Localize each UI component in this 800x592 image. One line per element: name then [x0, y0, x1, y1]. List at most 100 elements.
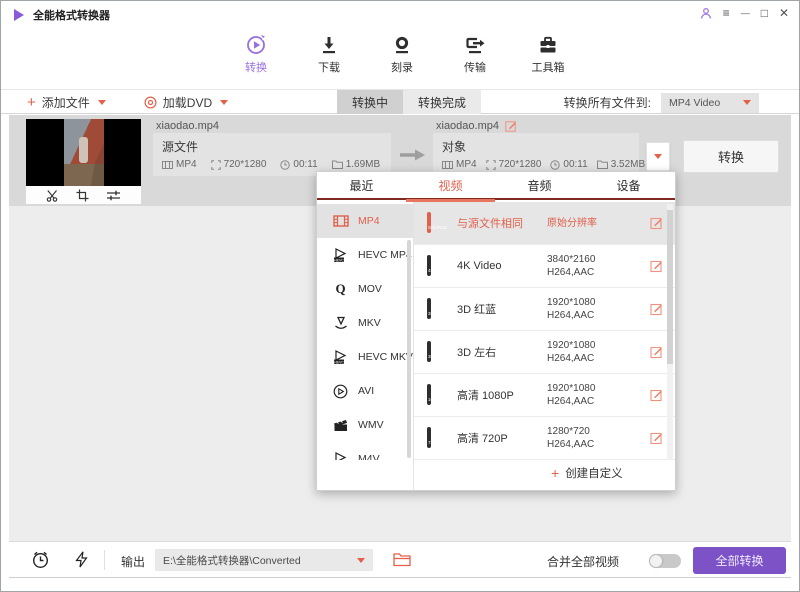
convert-all-to-select[interactable]: MP4 Video	[661, 93, 759, 113]
resolution-icon	[486, 160, 496, 170]
edit-preset-icon[interactable]	[650, 432, 663, 445]
edit-preset-icon[interactable]	[650, 303, 663, 316]
panel-tab-audio[interactable]: 音频	[495, 172, 584, 198]
preset-spec: 1280*720	[547, 425, 594, 438]
edit-preset-icon[interactable]	[650, 217, 663, 230]
chevron-down-icon	[357, 558, 365, 563]
effects-sliders-icon[interactable]	[106, 189, 121, 202]
tab-transfer[interactable]: 传输	[444, 34, 506, 75]
3d-lr-preset-icon: 3D LR	[427, 341, 431, 362]
divider	[104, 550, 105, 570]
720p-preset-icon: 720P	[427, 427, 431, 448]
chevron-down-icon[interactable]	[220, 100, 228, 105]
target-file-name: xiaodao.mp4	[436, 120, 499, 132]
preset-spec: 原始分辨率	[547, 217, 597, 230]
edit-preset-icon[interactable]	[650, 260, 663, 273]
tab-converted[interactable]: 转换完成	[403, 90, 481, 114]
close-button[interactable]: ✕	[779, 6, 789, 20]
format-list-scrollbar[interactable]	[407, 240, 411, 458]
target-format: MP4	[456, 159, 477, 170]
transfer-icon	[464, 34, 486, 56]
format-item-mp4[interactable]: MP4	[317, 204, 414, 238]
source-duration: 00:11	[293, 159, 317, 170]
preset-hd-720p[interactable]: 720P 高清 720P 1280*720H264,AAC	[414, 417, 675, 460]
crop-icon[interactable]	[76, 189, 89, 202]
tab-convert[interactable]: 转换	[225, 34, 287, 75]
preset-same-as-source[interactable]: SOURCE 与源文件相同 原始分辨率	[414, 202, 675, 245]
panel-tab-recent[interactable]: 最近	[317, 172, 406, 198]
plus-icon: +	[27, 95, 36, 110]
source-format: MP4	[176, 159, 197, 170]
tab-toolbox[interactable]: 工具箱	[517, 34, 579, 75]
chevron-down-icon	[743, 100, 751, 105]
tab-download[interactable]: 下载	[298, 34, 360, 75]
hevc-play-icon: HEVC	[332, 350, 349, 365]
source-resolution: 720*1280	[224, 159, 267, 170]
output-format-dropdown-button[interactable]	[646, 142, 670, 171]
merge-all-toggle[interactable]	[649, 554, 681, 568]
4k-preset-icon: 4K	[427, 255, 431, 276]
preset-spec: H264,AAC	[547, 309, 595, 322]
preset-scrollbar[interactable]	[667, 210, 673, 364]
preset-spec: 3840*2160	[547, 253, 595, 266]
menu-icon[interactable]: ≡	[723, 6, 730, 20]
mkv-icon	[332, 316, 349, 330]
edit-preset-icon[interactable]	[650, 346, 663, 359]
panel-tab-device[interactable]: 设备	[584, 172, 673, 198]
app-logo-icon	[14, 9, 24, 21]
chevron-down-icon[interactable]	[98, 100, 106, 105]
format-item-avi[interactable]: AVI	[317, 374, 414, 408]
preset-list-column: SOURCE 与源文件相同 原始分辨率 4K 4K Video 3840*216…	[414, 202, 675, 490]
panel-tab-video[interactable]: 视频	[406, 172, 495, 198]
target-size: 3.52MB	[611, 159, 645, 170]
resolution-icon	[211, 160, 221, 170]
format-item-hevc-mp4[interactable]: HEVC HEVC MP4	[317, 238, 414, 272]
source-preset-icon: SOURCE	[427, 212, 431, 233]
source-title: 源文件	[162, 138, 382, 155]
filesize-icon	[332, 160, 343, 169]
duration-icon	[550, 160, 560, 170]
download-icon	[318, 34, 340, 56]
maximize-button[interactable]: □	[761, 6, 768, 20]
output-label: 输出	[121, 553, 145, 570]
preset-3d-sbs[interactable]: 3D LR 3D 左右 1920*1080H264,AAC	[414, 331, 675, 374]
burn-disc-icon	[391, 34, 413, 56]
format-item-hevc-mkv[interactable]: HEVC HEVC MKV	[317, 340, 414, 374]
convert-button[interactable]: 转换	[683, 140, 779, 173]
format-item-mkv[interactable]: MKV	[317, 306, 414, 340]
format-list-column: MP4 HEVC HEVC MP4 Q MOV MKV	[317, 202, 414, 490]
account-icon[interactable]	[700, 7, 712, 20]
preset-spec: H264,AAC	[547, 266, 595, 279]
preset-4k-video[interactable]: 4K 4K Video 3840*2160H264,AAC	[414, 245, 675, 288]
rename-edit-icon[interactable]	[505, 120, 517, 132]
open-folder-icon[interactable]	[393, 552, 411, 567]
preset-hd-1080p[interactable]: 1080P 高清 1080P 1920*1080H264,AAC	[414, 374, 675, 417]
trim-scissors-icon[interactable]	[46, 189, 59, 202]
plus-icon: +	[551, 466, 559, 481]
preset-spec: 1920*1080	[547, 296, 595, 309]
preset-spec: H264,AAC	[547, 395, 595, 408]
convert-all-button[interactable]: 全部转换	[693, 547, 786, 574]
output-path-select[interactable]: E:\全能格式转换器\Converted	[155, 549, 373, 571]
convert-arrow-icon	[399, 148, 426, 167]
svg-text:HEVC: HEVC	[334, 360, 344, 364]
high-speed-bolt-icon[interactable]	[75, 551, 88, 568]
preset-3d-anaglyph[interactable]: 3D RB 3D 红蓝 1920*1080H264,AAC	[414, 288, 675, 331]
tab-burn-label: 刻录	[391, 59, 413, 75]
format-item-m4v[interactable]: M4V	[317, 442, 414, 460]
main-nav: 转换 下载 刻录 传输	[1, 29, 799, 90]
format-item-wmv[interactable]: WMV	[317, 408, 414, 442]
source-file-name: xiaodao.mp4	[156, 120, 219, 132]
footer-bar: 输出 E:\全能格式转换器\Converted 合并全部视频 全部转换	[9, 541, 791, 578]
minimize-button[interactable]: —	[741, 6, 750, 20]
load-dvd-button[interactable]: 加载DVD	[144, 94, 228, 111]
format-item-mov[interactable]: Q MOV	[317, 272, 414, 306]
add-file-button[interactable]: + 添加文件	[27, 94, 106, 111]
tab-burn[interactable]: 刻录	[371, 34, 433, 75]
wmv-clapperboard-icon	[332, 418, 349, 432]
tab-converting[interactable]: 转换中	[337, 90, 403, 114]
edit-preset-icon[interactable]	[650, 389, 663, 402]
app-title: 全能格式转换器	[33, 7, 110, 23]
create-custom-button[interactable]: + 创建自定义	[551, 465, 623, 481]
schedule-alarm-icon[interactable]	[31, 550, 50, 569]
